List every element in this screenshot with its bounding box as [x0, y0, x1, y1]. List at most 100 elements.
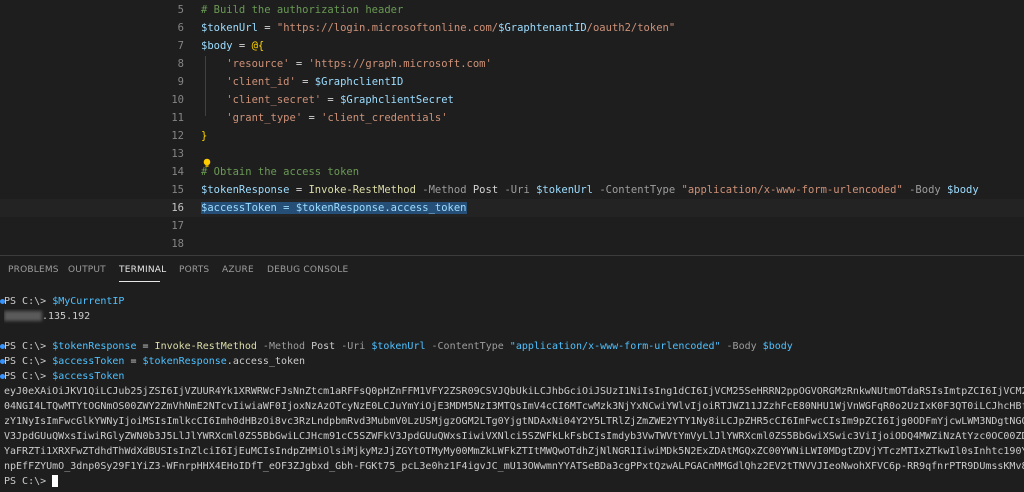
code-text: $body = @{: [201, 37, 264, 55]
code-token: $tokenResponse: [201, 184, 290, 196]
line-number: 5: [177, 4, 184, 16]
code-line[interactable]: 6 $tokenUrl = "https://login.microsoftonl…: [0, 19, 1024, 37]
line-number: 12: [171, 130, 184, 142]
tab-problems[interactable]: PROBLEMS: [8, 265, 59, 275]
line-number: 15: [171, 184, 184, 196]
code-token: =: [302, 112, 322, 124]
code-text: # Obtain the access token: [201, 163, 359, 181]
terminal-line: PS C:\> $accessToken = $tokenResponse.ac…: [4, 354, 1024, 369]
code-line[interactable]: 15 $tokenResponse = Invoke-RestMethod -Me…: [0, 181, 1024, 199]
panel-tab-bar: PROBLEMS OUTPUT TERMINAL PORTS AZURE DEB…: [0, 256, 1024, 286]
ip-suffix: .135.192: [42, 311, 91, 322]
code-line[interactable]: 13: [0, 145, 1024, 163]
code-token: # Build the authorization header: [201, 4, 404, 16]
token-output-line: eyJ0eXAiOiJKV1QiLCJub25jZSI6IjVZUUR4Yk1X…: [4, 386, 1024, 397]
active-tab-indicator: [119, 281, 160, 282]
code-text: 'resource' = 'https://graph.microsoft.co…: [201, 55, 492, 73]
prompt: PS C:\>: [4, 356, 47, 367]
code-token: $GraphclientSecret: [340, 94, 454, 106]
line-number: 11: [171, 112, 184, 124]
var-token: $tokenResponse: [52, 341, 137, 352]
code-token: $GraphtenantID: [498, 22, 587, 34]
code-line[interactable]: 8 'resource' = 'https://graph.microsoft.…: [0, 55, 1024, 73]
lightbulb-icon[interactable]: [202, 158, 212, 168]
terminal-output: .135.192: [4, 309, 1024, 324]
code-token: =: [295, 76, 315, 88]
code-token: 'resource': [201, 58, 290, 70]
code-token: 'grant_type': [201, 112, 303, 124]
line-number: 18: [171, 238, 184, 250]
equals: =: [124, 356, 143, 367]
equals: =: [136, 341, 155, 352]
code-token: "https://login.microsoftonline.com/: [276, 22, 499, 34]
line-number: 17: [171, 220, 184, 232]
code-token: -ContentType: [593, 184, 682, 196]
prompt: PS C:\>: [4, 341, 47, 352]
code-token: /oauth2/token": [586, 22, 676, 34]
code-line[interactable]: 11 'grant_type' = 'client_credentials': [0, 109, 1024, 127]
code-token: }: [201, 130, 208, 142]
code-token: =: [289, 58, 309, 70]
flag-method: -Method: [256, 341, 312, 352]
code-token: $tokenUrl: [536, 184, 593, 196]
line-number: 6: [177, 22, 184, 34]
code-line[interactable]: 7 $body = @{: [0, 37, 1024, 55]
tab-ports[interactable]: PORTS: [179, 265, 209, 275]
body-value: $body: [762, 341, 793, 352]
code-token: -Uri: [498, 184, 537, 196]
code-line[interactable]: 17: [0, 217, 1024, 235]
terminal-line: PS C:\> $accessToken: [4, 369, 1024, 384]
token-output-line: V3JpdGUuQWxsIiwiRGlyZWN0b3J5LlJlYWRXcml0…: [4, 431, 1024, 442]
line-number: 9: [177, 76, 184, 88]
flag-contenttype: -ContentType: [425, 341, 510, 352]
code-text: $accessToken = $tokenResponse.access_tok…: [201, 199, 467, 217]
command-text: $accessToken: [52, 371, 125, 382]
code-token: $tokenUrl: [201, 22, 258, 34]
code-token: "application/x-www-form-urlencoded": [681, 184, 903, 196]
line-number: 10: [171, 94, 184, 106]
flag-uri: -Uri: [335, 341, 372, 352]
tab-debug-console[interactable]: DEBUG CONSOLE: [267, 265, 348, 275]
line-number: 16: [171, 202, 184, 214]
code-token: 'client_id': [201, 76, 296, 88]
tab-azure[interactable]: AZURE: [222, 265, 254, 275]
code-token: 'client_credentials': [321, 112, 448, 124]
code-token: -Method: [415, 184, 473, 196]
code-line[interactable]: 16 $accessToken = $tokenResponse.access_t…: [0, 199, 1024, 217]
tab-output[interactable]: OUTPUT: [68, 265, 106, 275]
code-text: 'client_secret' = $GraphclientSecret: [201, 91, 454, 109]
redacted-ip: [4, 311, 42, 321]
flag-body: -Body: [720, 341, 763, 352]
code-token: -Body: [902, 184, 948, 196]
code-text: # Build the authorization header: [201, 1, 403, 19]
prompt: PS C:\>: [4, 371, 47, 382]
code-line[interactable]: 18: [0, 235, 1024, 253]
terminal-input-line[interactable]: PS C:\>: [4, 474, 1024, 489]
code-line[interactable]: 5 # Build the authorization header: [0, 1, 1024, 19]
code-line[interactable]: 12}: [0, 127, 1024, 145]
code-line[interactable]: 9 'client_id' = $GraphclientID: [0, 73, 1024, 91]
code-line[interactable]: 14 # Obtain the access token: [0, 163, 1024, 181]
token-output-line: 04NGI4LTQwMTYtOGNmOS00ZWY2ZmVhNmE2NTcvIi…: [4, 401, 1024, 412]
bottom-panel: PROBLEMS OUTPUT TERMINAL PORTS AZURE DEB…: [0, 255, 1024, 492]
code-editor[interactable]: 5 # Build the authorization header 6 $token…: [0, 0, 1024, 255]
code-line[interactable]: 10 'client_secret' = $GraphclientSecret: [0, 91, 1024, 109]
line-number: 7: [177, 40, 184, 52]
line-number: 8: [177, 58, 184, 70]
terminal[interactable]: PS C:\> $MyCurrentIP .135.192 PS C:\> $t…: [0, 292, 1024, 492]
terminal-cursor: [52, 475, 59, 487]
code-token: $GraphclientID: [314, 76, 404, 88]
rhs-var: $tokenResponse: [142, 356, 227, 367]
code-token: $body: [201, 40, 233, 52]
prompt: PS C:\>: [4, 476, 47, 487]
code-token: =: [257, 22, 277, 34]
tab-terminal[interactable]: TERMINAL: [119, 265, 166, 275]
token-output-line: zY1NyIsImFwcGlkYWNyIjoiMSIsImlkcCI6Imh0d…: [4, 416, 1024, 427]
line-number: 13: [171, 148, 184, 160]
var-access-token: $accessToken: [52, 356, 125, 367]
line-number: 14: [171, 166, 184, 178]
contenttype-value: "application/x-www-form-urlencoded": [509, 341, 721, 352]
terminal-line: PS C:\> $tokenResponse = Invoke-RestMeth…: [4, 339, 1024, 354]
code-token: 'client_secret': [201, 94, 322, 106]
command-text: $MyCurrentIP: [52, 296, 125, 307]
